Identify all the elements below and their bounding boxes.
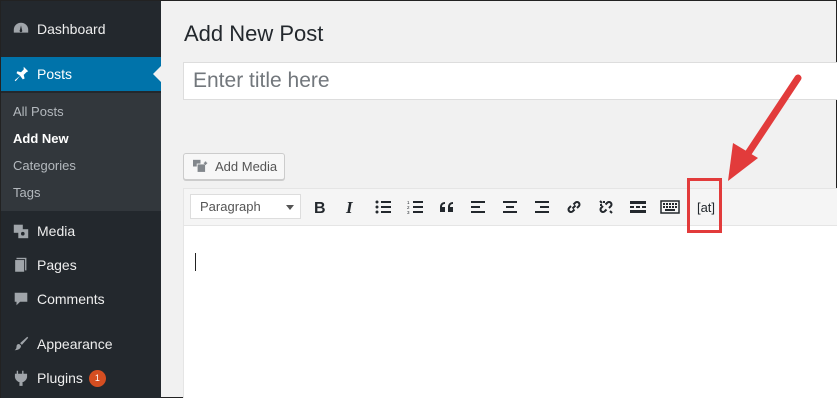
- annotation-arrow-icon: [728, 74, 802, 181]
